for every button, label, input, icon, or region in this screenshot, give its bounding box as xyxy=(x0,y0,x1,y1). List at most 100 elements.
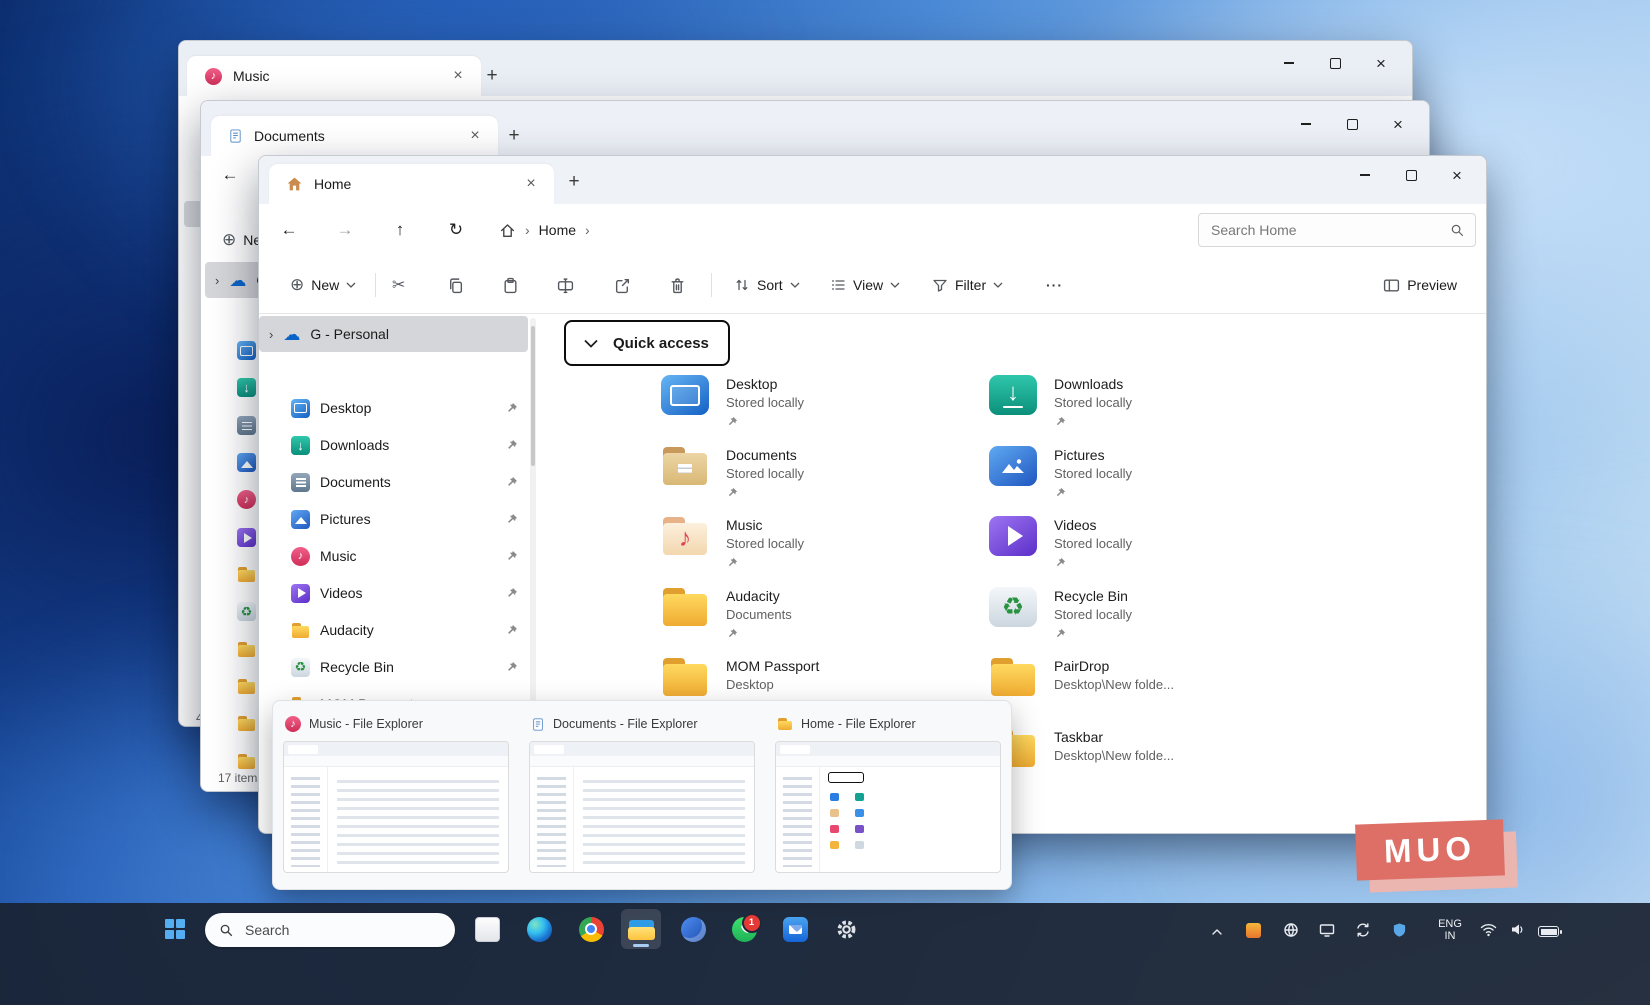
sidebar-item-pictures[interactable]: Pictures xyxy=(263,501,526,537)
close-button[interactable]: × xyxy=(1375,107,1421,141)
globe-icon[interactable] xyxy=(1283,922,1299,938)
sidebar-item-desktop[interactable]: Desktop xyxy=(263,390,526,426)
quick-access-item-pictures[interactable]: Pictures Stored locally xyxy=(989,446,1132,499)
language-switcher[interactable]: ENG IN xyxy=(1432,918,1468,942)
videos-folder-icon[interactable] xyxy=(237,528,256,547)
tray-expand-chevron-icon[interactable] xyxy=(1206,921,1228,943)
new-tab-button[interactable]: + xyxy=(501,123,527,149)
maximize-button[interactable] xyxy=(1329,107,1375,141)
app-icon-light[interactable] xyxy=(467,909,507,949)
home-icon[interactable] xyxy=(499,222,516,239)
maximize-button[interactable] xyxy=(1312,46,1358,80)
delete-button[interactable] xyxy=(660,268,695,302)
recycle-bin-icon[interactable]: ♻ xyxy=(237,602,256,621)
more-options-button[interactable]: ··· xyxy=(1037,268,1072,302)
defender-shield-icon[interactable] xyxy=(1392,922,1407,938)
sidebar-item-music[interactable]: ♪ Music xyxy=(263,538,526,574)
up-button[interactable]: ↑ xyxy=(382,213,418,247)
folder-icon[interactable] xyxy=(237,752,256,771)
file-explorer-icon[interactable] xyxy=(621,909,661,949)
share-button[interactable] xyxy=(605,268,640,302)
start-button[interactable] xyxy=(155,909,195,949)
minimize-button[interactable] xyxy=(1342,158,1388,192)
new-tab-button[interactable]: + xyxy=(479,63,505,89)
expand-chevron-icon[interactable]: › xyxy=(269,327,273,342)
battery-icon[interactable] xyxy=(1538,926,1562,937)
tab-home[interactable]: Home × xyxy=(269,164,554,204)
new-button[interactable]: ⊕ New xyxy=(281,268,365,302)
quick-access-item-videos[interactable]: Videos Stored locally xyxy=(989,516,1132,569)
tab-music[interactable]: ♪ Music × xyxy=(187,56,481,96)
edge-icon[interactable] xyxy=(519,909,559,949)
wifi-icon[interactable] xyxy=(1480,922,1497,937)
search-input[interactable] xyxy=(1209,221,1450,239)
paste-button[interactable] xyxy=(493,268,528,302)
sidebar-item-recycle-bin[interactable]: ♻ Recycle Bin xyxy=(263,649,526,685)
minimize-button[interactable] xyxy=(1266,46,1312,80)
quick-access-item-music[interactable]: ♪ Music Stored locally xyxy=(661,516,804,569)
preview-button[interactable]: Preview xyxy=(1374,268,1466,302)
quick-access-item-recycle-bin[interactable]: ♻ Recycle Bin Stored locally xyxy=(989,587,1132,640)
quick-access-item-audacity[interactable]: Audacity Documents xyxy=(661,587,792,640)
preview-thumbnail[interactable] xyxy=(775,741,1001,873)
phone-link-icon[interactable] xyxy=(673,909,713,949)
tab-close-icon[interactable]: × xyxy=(520,173,542,195)
display-icon[interactable] xyxy=(1319,922,1335,938)
folder-icon[interactable] xyxy=(237,565,256,584)
search-box[interactable] xyxy=(1198,213,1476,247)
window-preview-documents[interactable]: Documents - File Explorer xyxy=(529,713,755,873)
taskbar-search[interactable] xyxy=(205,913,455,947)
quick-access-item-taskbar[interactable]: Taskbar Desktop\New folde... xyxy=(989,728,1174,768)
sidebar-item-videos[interactable]: Videos xyxy=(263,575,526,611)
documents-folder-icon[interactable] xyxy=(237,416,256,435)
taskbar-search-input[interactable] xyxy=(243,921,387,939)
tab-documents[interactable]: Documents × xyxy=(211,116,498,156)
sync-icon[interactable] xyxy=(1355,922,1371,938)
sort-button[interactable]: Sort xyxy=(725,268,809,302)
refresh-button[interactable]: ↻ xyxy=(438,213,474,247)
expand-chevron-icon[interactable]: › xyxy=(215,273,219,288)
breadcrumb-root[interactable]: Home xyxy=(539,222,576,238)
close-button[interactable]: × xyxy=(1434,158,1480,192)
window-preview-home[interactable]: Home - File Explorer xyxy=(775,713,1001,873)
sidebar-item-downloads[interactable]: ↓ Downloads xyxy=(263,427,526,463)
folder-icon[interactable] xyxy=(237,677,256,696)
new-tab-button[interactable]: + xyxy=(561,169,587,195)
tray-app-icon[interactable] xyxy=(1246,923,1261,938)
quick-access-header[interactable]: Quick access xyxy=(564,320,730,366)
music-folder-icon[interactable]: ♪ xyxy=(237,490,256,509)
sidebar-item-audacity[interactable]: Audacity xyxy=(263,612,526,648)
back-button[interactable]: ← xyxy=(271,213,307,247)
quick-access-item-downloads[interactable]: ↓ Downloads Stored locally xyxy=(989,375,1132,428)
sidebar-scrollbar-thumb[interactable] xyxy=(531,326,535,466)
view-button[interactable]: View xyxy=(821,268,909,302)
quick-access-item-desktop[interactable]: Desktop Stored locally xyxy=(661,375,804,428)
mail-icon[interactable] xyxy=(775,909,815,949)
quick-access-item-mom-passport[interactable]: MOM Passport Desktop xyxy=(661,657,819,697)
copy-button[interactable] xyxy=(438,268,473,302)
filter-button[interactable]: Filter xyxy=(923,268,1012,302)
close-button[interactable]: × xyxy=(1358,46,1404,80)
maximize-button[interactable] xyxy=(1388,158,1434,192)
tab-close-icon[interactable]: × xyxy=(447,65,469,87)
preview-thumbnail[interactable] xyxy=(283,741,509,873)
settings-gear-icon[interactable] xyxy=(826,909,866,949)
chrome-icon[interactable] xyxy=(571,909,611,949)
sidebar-item-onedrive[interactable]: › ☁ G - Personal xyxy=(259,316,528,352)
minimize-button[interactable] xyxy=(1283,107,1329,141)
folder-icon[interactable] xyxy=(237,714,256,733)
tab-close-icon[interactable]: × xyxy=(464,125,486,147)
breadcrumb-chevron-icon[interactable]: › xyxy=(585,222,590,238)
search-icon[interactable] xyxy=(1450,223,1465,238)
window-preview-music[interactable]: ♪ Music - File Explorer xyxy=(283,713,509,873)
back-button[interactable]: ← xyxy=(212,158,248,192)
folder-icon[interactable] xyxy=(237,640,256,659)
whatsapp-icon[interactable]: 1 xyxy=(724,909,764,949)
pictures-folder-icon[interactable] xyxy=(237,453,256,472)
sidebar-item-documents[interactable]: Documents xyxy=(263,464,526,500)
preview-thumbnail[interactable] xyxy=(529,741,755,873)
collapse-chevron-icon[interactable] xyxy=(584,339,598,348)
quick-access-item-pairdrop[interactable]: PairDrop Desktop\New folde... xyxy=(989,657,1174,697)
quick-access-item-documents[interactable]: Documents Stored locally xyxy=(661,446,804,499)
desktop-folder-icon[interactable] xyxy=(237,341,256,360)
